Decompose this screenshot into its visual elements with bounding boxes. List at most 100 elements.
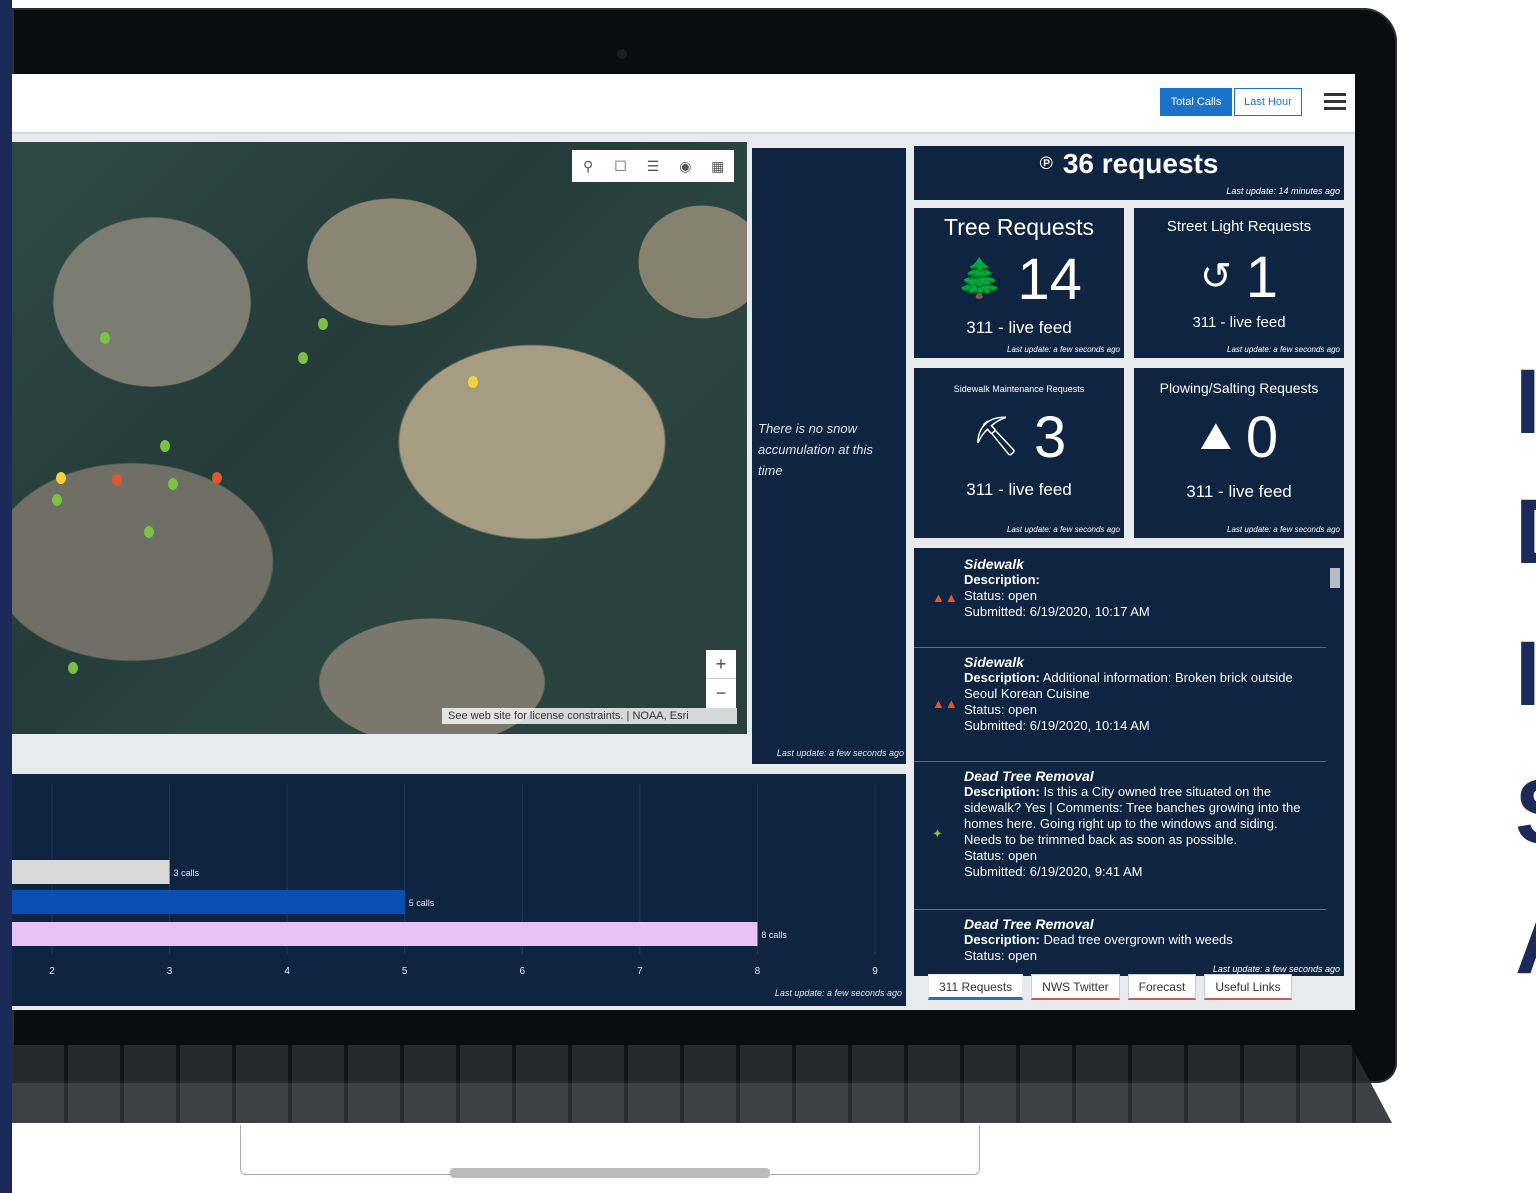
headline-letter: I: [1515, 623, 1536, 725]
last-hour-button[interactable]: Last Hour: [1234, 88, 1302, 116]
request-type: Sidewalk: [964, 556, 1024, 572]
tree-request-marker[interactable]: [168, 478, 178, 490]
street-light-requests-update: Last update: a few seconds ago: [1227, 345, 1340, 354]
satellite-map[interactable]: ⚲ ☐ ☰ ◉ ▦ + − See web site for license c…: [12, 142, 747, 734]
request-type: Sidewalk: [964, 654, 1024, 670]
tree-requests-card: Tree Requests 🌲 14 311 - live feed Last u…: [914, 208, 1124, 358]
list-item[interactable]: ▲▲ Sidewalk Description: Additional info…: [914, 648, 1326, 762]
traffic-cone-icon: ▲▲: [932, 696, 958, 711]
tree-request-marker[interactable]: [318, 318, 328, 330]
tree-request-marker[interactable]: [68, 662, 78, 674]
list-last-update: Last update: a few seconds ago: [1212, 964, 1340, 974]
zoom-control: + −: [706, 650, 736, 708]
tree-requests-update: Last update: a few seconds ago: [1007, 345, 1120, 354]
chart-x-tick-label: 4: [284, 966, 290, 977]
request-status: Status: open: [964, 848, 1037, 863]
request-status: Status: open: [964, 588, 1037, 603]
chart-svg: 2 3 4 5 6 7 8 9 3 calls 5 calls 8 calls: [12, 784, 878, 977]
list-item[interactable]: ▲▲ Sidewalk Description: Status: open Su…: [914, 556, 1326, 648]
plowing-requests-value: 0: [1245, 405, 1279, 470]
hamburger-menu-icon[interactable]: [1324, 93, 1346, 111]
request-submitted: Submitted: 6/19/2020, 10:17 AM: [964, 604, 1150, 619]
headline-letter: D: [1515, 480, 1536, 585]
chart-x-tick-label: 3: [167, 966, 173, 977]
chart-bar[interactable]: [12, 890, 405, 914]
tree-request-marker[interactable]: [160, 440, 170, 452]
tab-useful-links[interactable]: Useful Links: [1204, 974, 1292, 1000]
snow-accumulation-panel: There is no snow accumulation at this ti…: [752, 148, 906, 764]
calls-bar-chart: 2 3 4 5 6 7 8 9 3 calls 5 calls 8 calls Last updat…: [12, 774, 906, 1006]
tree-requests-value: 14: [1017, 247, 1082, 312]
headline-letter: A: [1515, 890, 1536, 995]
requests-summary-card: ℗ 36 requests Last update: 14 minutes ago: [914, 146, 1344, 200]
panel-tabs: 311 Requests NWS Twitter Forecast Useful…: [928, 974, 1348, 1004]
sidewalk-worker-icon: ⛏: [971, 416, 1020, 458]
sidewalk-requests-title: Sidewalk Maintenance Requests: [953, 384, 1085, 394]
street-light-request-marker[interactable]: [56, 472, 66, 484]
street-light-requests-card: Street Light Requests ↺ 1 311 - live feed…: [1134, 208, 1344, 358]
map-toolbar: ⚲ ☐ ☰ ◉ ▦: [572, 150, 734, 182]
legend-icon[interactable]: ☰: [642, 155, 664, 177]
laptop-keyboard: [12, 1045, 1392, 1123]
road-icon: ⛰: [1199, 416, 1232, 458]
chart-x-tick-label: 8: [755, 966, 761, 977]
tab-311-requests[interactable]: 311 Requests: [928, 974, 1024, 1000]
request-submitted: Submitted: 6/19/2020, 10:14 AM: [964, 718, 1150, 733]
zoom-in-button[interactable]: +: [706, 650, 736, 679]
plowing-requests-card: Plowing/Salting Requests ⛰ 0 311 - live f…: [1134, 368, 1344, 538]
list-scrollbar[interactable]: [1330, 554, 1340, 954]
summary-last-update: Last update: 14 minutes ago: [1226, 186, 1340, 196]
dashboard-header: Total Calls Last Hour: [12, 74, 1355, 134]
tree-requests-feed: 311 - live feed: [966, 318, 1072, 337]
sidewalk-request-marker[interactable]: [112, 474, 122, 486]
sidewalk-request-marker[interactable]: [212, 472, 222, 484]
zoom-out-button[interactable]: −: [706, 679, 736, 708]
plowing-requests-feed: 311 - live feed: [1186, 482, 1292, 501]
dashboard-screen: Total Calls Last Hour ⚲ ☐ ☰ ◉ ▦ + − See …: [12, 74, 1355, 1010]
qr-icon[interactable]: ▦: [707, 155, 729, 177]
request-status: Status: open: [964, 702, 1037, 717]
chart-bar[interactable]: [12, 860, 170, 884]
description-label: Description:: [964, 784, 1040, 799]
tree-request-marker[interactable]: [100, 332, 110, 344]
sidewalk-requests-value: 3: [1033, 405, 1067, 470]
chart-bar-label: 3 calls: [174, 868, 200, 878]
street-light-icon: ↺: [1199, 256, 1232, 298]
list-scroll-thumb[interactable]: [1330, 568, 1340, 588]
street-light-request-marker[interactable]: [468, 376, 478, 388]
total-calls-button[interactable]: Total Calls: [1160, 88, 1232, 116]
tree-request-marker[interactable]: [298, 352, 308, 364]
chart-bar-label: 5 calls: [409, 898, 435, 908]
chart-x-tick-label: 2: [49, 966, 55, 977]
tab-nws-twitter[interactable]: NWS Twitter: [1031, 974, 1120, 1000]
layers-icon[interactable]: ◉: [674, 155, 696, 177]
sidewalk-requests-feed: 311 - live feed: [966, 480, 1072, 499]
headline-letter: S: [1515, 760, 1536, 865]
chart-bar-label: 8 calls: [761, 930, 787, 940]
chart-x-tick-label: 6: [520, 966, 526, 977]
plowing-requests-update: Last update: a few seconds ago: [1227, 525, 1340, 534]
tab-forecast[interactable]: Forecast: [1127, 974, 1197, 1000]
tree-request-marker[interactable]: [144, 526, 154, 538]
snow-last-update: Last update: a few seconds ago: [776, 748, 904, 758]
laptop-hinge: [450, 1168, 770, 1178]
search-icon[interactable]: ⚲: [577, 155, 599, 177]
left-accent-stripe: [0, 0, 12, 1193]
requests-icon: ℗: [1039, 153, 1053, 173]
request-status: Status: open: [964, 948, 1037, 963]
bookmark-icon[interactable]: ☐: [610, 155, 632, 177]
tree-request-marker[interactable]: [52, 494, 62, 506]
requests-list: ▲▲ Sidewalk Description: Status: open Su…: [914, 548, 1344, 976]
description-label: Description:: [964, 932, 1040, 947]
sidewalk-requests-card: Sidewalk Maintenance Requests ⛏ 3 311 - l…: [914, 368, 1124, 538]
street-light-requests-feed: 311 - live feed: [1192, 314, 1286, 331]
chart-x-tick-label: 9: [872, 966, 878, 977]
description-label: Description:: [964, 572, 1040, 587]
request-type: Dead Tree Removal: [964, 768, 1094, 784]
description-text: Dead tree overgrown with weeds: [1039, 932, 1233, 947]
chart-bar[interactable]: [12, 922, 758, 946]
tree-cluster-icon: ✦: [932, 826, 943, 841]
plowing-requests-title: Plowing/Salting Requests: [1159, 380, 1319, 396]
chart-x-tick-label: 7: [637, 966, 643, 977]
list-item[interactable]: ✦ Dead Tree Removal Description: Is this…: [914, 762, 1326, 910]
